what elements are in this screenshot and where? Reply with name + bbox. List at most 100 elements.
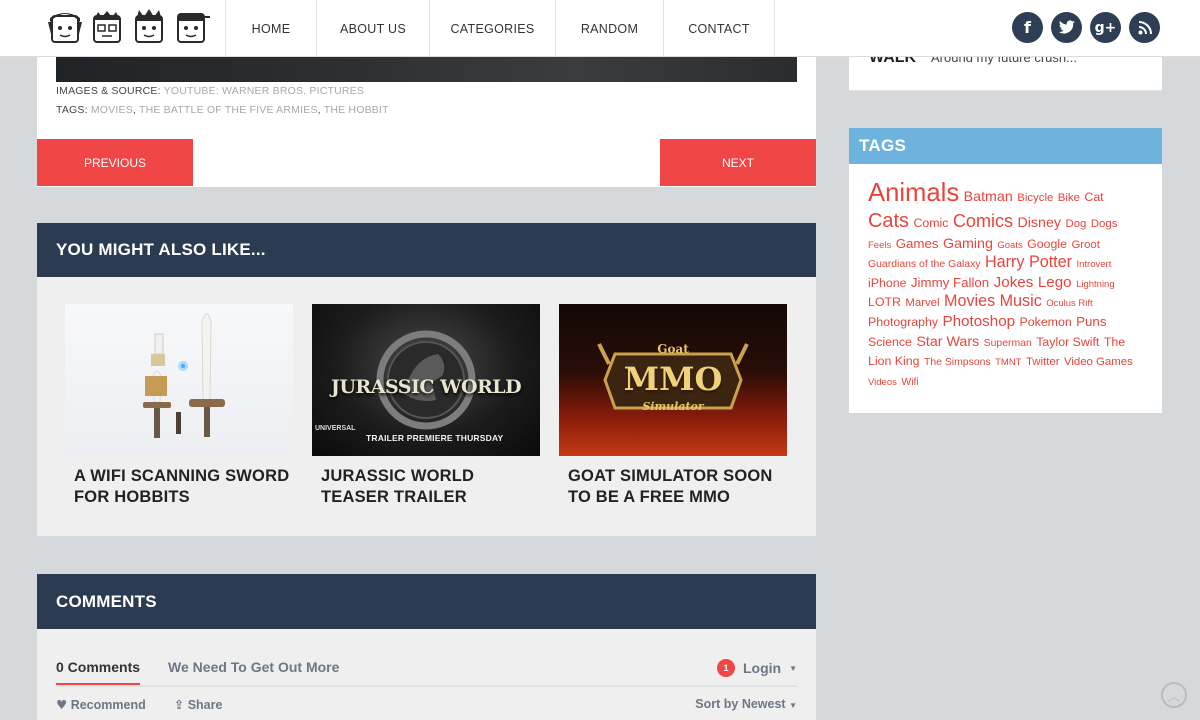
tag-link[interactable]: Lightning	[1076, 279, 1115, 290]
tag-link[interactable]: Dogs	[1091, 218, 1118, 230]
related-card[interactable]: A WIFI SCANNING SWORD FOR HOBBITS	[65, 304, 293, 508]
related-card-title[interactable]: GOAT SIMULATOR SOON TO BE A FREE MMO	[559, 466, 787, 508]
tag-link[interactable]: Bicycle	[1017, 192, 1053, 204]
tag-link[interactable]: Goats	[997, 240, 1022, 251]
share-button[interactable]: ⇪ Share	[174, 697, 223, 712]
related-card-title[interactable]: JURASSIC WORLD TEASER TRAILER	[312, 466, 540, 508]
tag-link[interactable]: Harry Potter	[985, 253, 1072, 271]
tag-link[interactable]: MOVIES	[91, 104, 133, 116]
related-card[interactable]: Goat MMO Simulator GOAT SIMULATOR SOON T…	[559, 304, 787, 508]
tag-link[interactable]: Introvert	[1076, 259, 1111, 270]
tag-link[interactable]: Comics	[953, 211, 1013, 231]
recommend-button[interactable]: ♥ Recommend	[56, 697, 146, 712]
tag-link[interactable]: The Simpsons	[924, 357, 991, 368]
twitter-icon[interactable]	[1051, 12, 1082, 43]
tag-link[interactable]: Games	[896, 236, 939, 251]
tag-link[interactable]: Cats	[868, 210, 909, 232]
wifi-sword-thumbnail[interactable]	[65, 304, 293, 456]
tag-link[interactable]: LOTR	[868, 295, 901, 309]
tag-link[interactable]: Cat	[1084, 190, 1103, 204]
tag-link[interactable]: Oculus Rift	[1046, 298, 1092, 309]
tag-link[interactable]: Videos	[868, 377, 897, 388]
nav-categories[interactable]: CATEGORIES	[430, 0, 556, 57]
tab-comments-count[interactable]: 0 Comments	[56, 659, 141, 686]
nav-home[interactable]: HOME	[226, 0, 317, 57]
previous-button[interactable]: PREVIOUS	[37, 139, 193, 186]
goat-simulator-thumbnail[interactable]: Goat MMO Simulator	[559, 304, 787, 456]
comments-tabs: 0 Comments We Need To Get Out More	[56, 659, 339, 686]
tag-link[interactable]: Marvel	[905, 297, 939, 309]
article-image	[56, 57, 797, 82]
related-heading: YOU MIGHT ALSO LIKE...	[37, 223, 816, 277]
next-button[interactable]: NEXT	[660, 139, 816, 186]
tag-link[interactable]: Dog	[1065, 218, 1086, 230]
tag-link[interactable]: Science	[868, 335, 912, 349]
tag-link[interactable]: Disney	[1017, 215, 1061, 231]
tag-link[interactable]: Jokes	[994, 274, 1034, 291]
tag-link[interactable]: Star Wars	[916, 334, 979, 350]
image-source: IMAGES & SOURCE: YOUTUBE: WARNER BROS. P…	[56, 85, 365, 97]
google-plus-icon[interactable]: g+	[1090, 12, 1121, 43]
comments-section: 0 Comments We Need To Get Out More 1 Log…	[37, 629, 816, 720]
jurassic-world-thumbnail[interactable]: JURASSIC WORLD UNIVERSAL TRAILER PREMIER…	[312, 304, 540, 456]
tag-link[interactable]: Puns	[1076, 314, 1106, 329]
logo-face-headband-icon	[177, 13, 210, 43]
tag-link[interactable]: Taylor Swift	[1036, 335, 1099, 349]
tags-widget: TAGS Animals Batman Bicycle Bike Cat Cat…	[849, 128, 1162, 413]
tabs-divider	[56, 685, 797, 687]
nav-random[interactable]: RANDOM	[556, 0, 664, 57]
comment-actions: ♥ Recommend ⇪ Share	[56, 697, 222, 712]
sidebar-prev-widget: WALK Around my future crush...	[849, 57, 1162, 91]
chevron-down-icon: ▼	[789, 663, 797, 673]
related-card[interactable]: JURASSIC WORLD UNIVERSAL TRAILER PREMIER…	[312, 304, 540, 508]
chevron-up-icon: ︿	[1167, 688, 1181, 704]
facebook-icon[interactable]: f	[1012, 12, 1043, 43]
goat-thumb-main: MMO	[623, 360, 723, 398]
tag-link[interactable]: Google	[1027, 237, 1067, 251]
jurassic-thumb-sub: TRAILER PREMIERE THURSDAY	[366, 433, 504, 443]
tag-link[interactable]: Animals	[868, 179, 959, 207]
jurassic-thumb-title: JURASSIC WORLD	[330, 376, 522, 398]
tag-link[interactable]: Twitter	[1026, 356, 1060, 368]
related-card-title[interactable]: A WIFI SCANNING SWORD FOR HOBBITS	[65, 466, 293, 508]
tag-link[interactable]: Video Games	[1064, 356, 1133, 368]
tag-link[interactable]: Pokemon	[1020, 315, 1072, 329]
tab-community[interactable]: We Need To Get Out More	[168, 659, 339, 686]
tag-link[interactable]: THE BATTLE OF THE FIVE ARMIES	[139, 104, 318, 116]
tag-link[interactable]: Movies	[944, 292, 995, 310]
notification-badge[interactable]: 1	[716, 659, 735, 677]
site-logo[interactable]	[46, 8, 210, 48]
tag-link[interactable]: Gaming	[943, 236, 993, 252]
scroll-to-top-button[interactable]: ︿	[1161, 682, 1187, 708]
goat-thumb-top: Goat	[657, 342, 689, 356]
main-nav: HOME ABOUT US CATEGORIES RANDOM CONTACT	[225, 0, 775, 57]
tag-link[interactable]: Superman	[984, 338, 1032, 349]
tag-link[interactable]: TMNT	[995, 357, 1021, 368]
tag-link[interactable]: Comic	[913, 216, 948, 230]
login-menu[interactable]: 1 Login ▼	[716, 659, 797, 677]
article-tags: TAGS: MOVIES, THE BATTLE OF THE FIVE ARM…	[56, 104, 389, 116]
tag-link[interactable]: Batman	[964, 189, 1013, 205]
chevron-down-icon: ▼	[789, 701, 797, 710]
tag-link[interactable]: Guardians of the Galaxy	[868, 259, 981, 270]
tag-link[interactable]: Lego	[1038, 274, 1072, 291]
social-links: f g+	[1012, 12, 1160, 43]
tag-link[interactable]: Music	[1000, 292, 1042, 310]
sort-dropdown[interactable]: Sort by Newest ▼	[695, 697, 797, 711]
tag-link[interactable]: THE HOBBIT	[324, 104, 389, 116]
nav-contact[interactable]: CONTACT	[664, 0, 775, 57]
rss-icon[interactable]	[1129, 12, 1160, 43]
tag-link[interactable]: Jimmy Fallon	[911, 275, 989, 290]
tag-link[interactable]: Wifi	[901, 377, 918, 388]
tag-link[interactable]: Bike	[1058, 192, 1080, 204]
tag-link[interactable]: Photography	[868, 315, 938, 329]
goat-thumb-sub: Simulator	[642, 400, 704, 413]
tag-link[interactable]: Feels	[868, 240, 891, 251]
comments-heading: COMMENTS	[37, 574, 816, 629]
related-posts: A WIFI SCANNING SWORD FOR HOBBITS JURASS…	[37, 277, 816, 536]
source-link[interactable]: YOUTUBE: WARNER BROS. PICTURES	[164, 85, 364, 97]
nav-about-us[interactable]: ABOUT US	[317, 0, 430, 57]
tag-link[interactable]: Groot	[1071, 239, 1100, 251]
tag-link[interactable]: iPhone	[868, 276, 906, 290]
tag-link[interactable]: Photoshop	[942, 313, 1015, 330]
